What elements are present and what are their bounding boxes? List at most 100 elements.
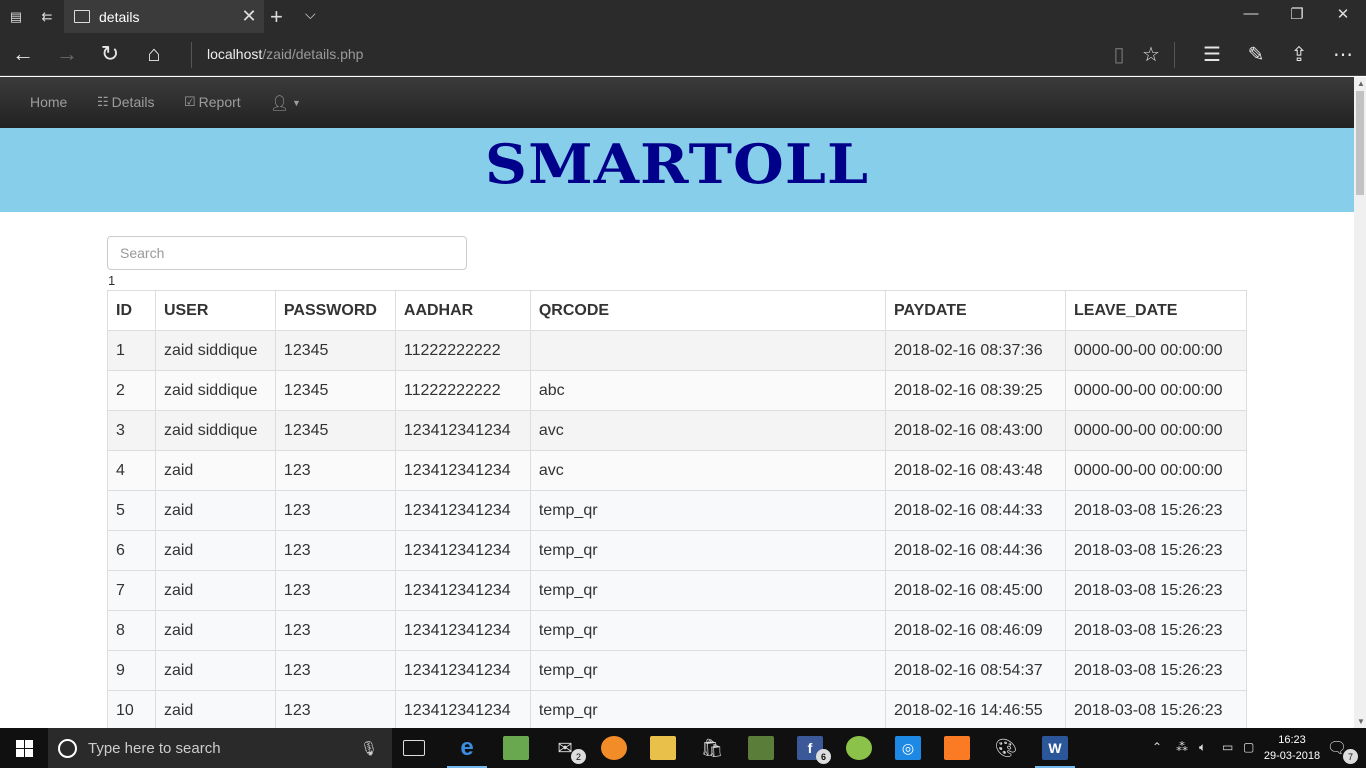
web-note-icon[interactable]: ✎ <box>1241 42 1271 67</box>
table-cell: abc <box>529 370 887 411</box>
url-field[interactable]: localhost/zaid/details.php <box>207 46 363 62</box>
page-scrollbar[interactable]: ▲ ▼ <box>1354 77 1366 728</box>
forward-icon[interactable]: → <box>52 42 82 66</box>
nav-report-link[interactable]: ☑ Report <box>184 94 241 110</box>
table-cell: 0000-00-00 00:00:00 <box>1065 450 1247 491</box>
favorite-star-icon[interactable]: ☆ <box>1136 42 1166 67</box>
user-menu-dropdown[interactable]: 👤︎ ▼ <box>270 94 301 112</box>
file-explorer-icon[interactable] <box>650 736 676 760</box>
favorites-hub-icon[interactable]: ☰ <box>1197 42 1227 67</box>
reading-view-icon[interactable]: ▯ <box>1104 42 1134 67</box>
android-studio-icon[interactable] <box>846 736 872 760</box>
share-icon[interactable]: ⇪ <box>1284 42 1314 67</box>
scroll-down-icon[interactable]: ▼ <box>1357 717 1365 726</box>
table-cell: 11222222222 <box>394 370 531 411</box>
microphone-icon[interactable]: 🎙︎ <box>360 740 378 757</box>
details-table: ID USER PASSWORD AADHAR QRCODE PAYDATE L… <box>107 290 1247 731</box>
clock[interactable]: 16:23 29-03-2018 <box>1262 732 1322 764</box>
close-window-icon[interactable]: ✕ <box>1320 5 1366 23</box>
column-header[interactable]: AADHAR <box>394 290 531 331</box>
uc-browser-icon[interactable] <box>601 736 627 760</box>
notification-badge: 7 <box>1343 749 1358 764</box>
table-cell: 11222222222 <box>394 330 531 371</box>
scrollbar-thumb[interactable] <box>1356 91 1364 195</box>
table-cell: temp_qr <box>529 530 887 571</box>
column-header[interactable]: QRCODE <box>529 290 887 331</box>
nav-home-link[interactable]: Home <box>30 94 67 110</box>
start-button[interactable] <box>0 728 48 768</box>
set-aside-tabs-icon[interactable]: ⇇ <box>38 8 56 26</box>
table-cell: zaid <box>154 690 276 731</box>
table-cell: zaid <box>154 490 276 531</box>
action-center-icon[interactable]: 🗨︎ 7 <box>1324 736 1358 764</box>
table-cell: 12345 <box>274 410 396 451</box>
table-cell: 2018-02-16 08:39:25 <box>885 370 1066 411</box>
table-cell: 2018-02-16 08:43:00 <box>885 410 1066 451</box>
table-cell: 123412341234 <box>394 450 531 491</box>
instagram-icon[interactable]: ◎ <box>895 736 921 760</box>
table-cell: 123412341234 <box>394 490 531 531</box>
mail-badge: 2 <box>571 749 586 764</box>
table-cell: 123412341234 <box>394 610 531 651</box>
column-header[interactable]: ID <box>107 290 156 331</box>
edge-icon[interactable]: e <box>454 734 480 761</box>
notepad-plus-icon[interactable] <box>503 736 529 760</box>
table-cell: 2018-02-16 08:37:36 <box>885 330 1066 371</box>
table-header-row: ID USER PASSWORD AADHAR QRCODE PAYDATE L… <box>107 290 1247 331</box>
store-icon[interactable]: 🛍︎ <box>699 736 725 760</box>
xampp-icon[interactable] <box>944 736 970 760</box>
search-input[interactable] <box>107 236 467 270</box>
game-app-icon[interactable] <box>748 736 774 760</box>
table-cell: 10 <box>107 690 156 731</box>
minimize-icon[interactable]: — <box>1228 5 1274 22</box>
mail-icon[interactable]: ✉ 2 <box>552 736 586 764</box>
table-cell: zaid <box>154 530 276 571</box>
input-language-icon[interactable]: ▢ <box>1243 740 1254 754</box>
word-icon[interactable]: W <box>1042 736 1068 760</box>
nav-report-label: Report <box>198 94 241 110</box>
page-count: 1 <box>108 273 116 288</box>
table-row: 6 zaid 123 123412341234 temp_qr 2018-02-16 08… <box>107 530 1247 571</box>
table-cell: 2018-02-16 08:45:00 <box>885 570 1066 611</box>
column-header[interactable]: PASSWORD <box>274 290 396 331</box>
nav-details-link[interactable]: ☷ Details <box>97 94 154 110</box>
paint-icon[interactable]: 🎨︎ <box>993 736 1019 760</box>
network-icon[interactable]: ⁂ <box>1176 740 1188 754</box>
chevron-down-icon[interactable]: ⌵ <box>305 6 316 23</box>
restore-icon[interactable]: ❐ <box>1274 5 1320 23</box>
table-row: 10 zaid 123 123412341234 temp_qr 2018-02-16 1… <box>107 690 1247 731</box>
table-row: 1 zaid siddique 12345 11222222222 2018-02-16… <box>107 330 1247 371</box>
table-cell: 123 <box>274 450 396 491</box>
volume-icon[interactable]: 🔈︎ <box>1199 740 1206 755</box>
table-row: 9 zaid 123 123412341234 temp_qr 2018-02-16 08… <box>107 650 1247 691</box>
task-view-icon[interactable] <box>403 740 425 756</box>
back-icon[interactable]: ← <box>8 42 38 66</box>
column-header[interactable]: PAYDATE <box>885 290 1066 331</box>
address-bar-row: ← → ↻ ⌂ localhost/zaid/details.php ▯ ☆ ☰… <box>0 33 1366 76</box>
taskbar-search-box[interactable]: Type here to search 🎙︎ <box>48 728 392 768</box>
column-header[interactable]: USER <box>154 290 276 331</box>
scroll-up-icon[interactable]: ▲ <box>1357 79 1365 88</box>
more-icon[interactable]: ⋯ <box>1328 42 1358 67</box>
tab-actions-icon[interactable]: ▤ <box>7 8 25 26</box>
table-cell: 2018-03-08 15:26:23 <box>1065 530 1247 571</box>
table-cell: 2018-03-08 15:26:23 <box>1065 490 1247 531</box>
browser-tab[interactable]: details ✕ <box>64 0 264 33</box>
refresh-icon[interactable]: ↻ <box>95 42 125 66</box>
site-title: SMARTOLL <box>484 132 870 196</box>
table-cell: 123 <box>274 570 396 611</box>
column-header[interactable]: LEAVE_DATE <box>1065 290 1247 331</box>
taskbar: Type here to search 🎙︎ e ✉ 2 🛍︎ f6 ◎ 🎨︎ W… <box>0 728 1366 768</box>
caret-down-icon: ▼ <box>292 98 301 108</box>
table-row: 7 zaid 123 123412341234 temp_qr 2018-02-16 08… <box>107 570 1247 611</box>
home-icon[interactable]: ⌂ <box>139 42 169 66</box>
table-cell: avc <box>529 450 887 491</box>
new-tab-icon[interactable]: + <box>270 4 283 30</box>
battery-icon[interactable]: ▭ <box>1222 740 1233 754</box>
table-cell: temp_qr <box>529 490 887 531</box>
chevron-up-icon[interactable]: ⌃ <box>1152 740 1162 754</box>
close-tab-icon[interactable]: ✕ <box>234 6 264 27</box>
table-cell: 123412341234 <box>394 690 531 731</box>
facebook-icon[interactable]: f6 <box>797 736 831 764</box>
table-cell: zaid siddique <box>154 410 276 451</box>
